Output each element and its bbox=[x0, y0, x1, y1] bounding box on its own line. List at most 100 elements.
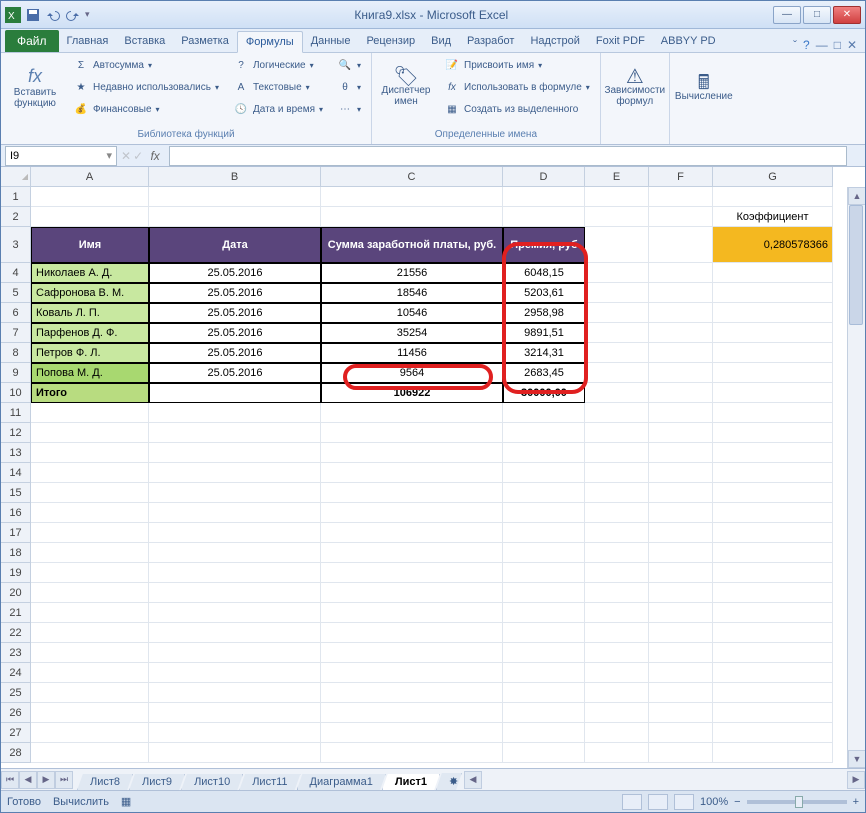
cell[interactable] bbox=[585, 503, 649, 523]
undo-icon[interactable] bbox=[45, 7, 61, 23]
cell[interactable]: Николаев А. Д. bbox=[31, 263, 149, 283]
cell[interactable] bbox=[321, 207, 503, 227]
cell[interactable] bbox=[585, 683, 649, 703]
cell[interactable]: 2683,45 bbox=[503, 363, 585, 383]
cell[interactable] bbox=[503, 503, 585, 523]
row-header-18[interactable]: 18 bbox=[1, 543, 31, 563]
select-all-corner[interactable]: ◢ bbox=[1, 167, 31, 187]
cell[interactable] bbox=[321, 603, 503, 623]
cell[interactable] bbox=[503, 623, 585, 643]
cell[interactable] bbox=[31, 403, 149, 423]
confirm-formula-icon[interactable]: ✓ bbox=[133, 149, 143, 163]
row-header-26[interactable]: 26 bbox=[1, 703, 31, 723]
cell[interactable] bbox=[585, 187, 649, 207]
cell[interactable] bbox=[149, 207, 321, 227]
sheet-last-icon[interactable]: ⏭ bbox=[55, 771, 73, 789]
cell[interactable]: 25.05.2016 bbox=[149, 323, 321, 343]
cell[interactable] bbox=[503, 563, 585, 583]
cell[interactable] bbox=[31, 643, 149, 663]
cell[interactable] bbox=[649, 563, 713, 583]
cell[interactable]: Имя bbox=[31, 227, 149, 263]
cell[interactable]: 11456 bbox=[321, 343, 503, 363]
col-header-F[interactable]: F bbox=[649, 167, 713, 187]
cell[interactable] bbox=[713, 503, 833, 523]
cell[interactable]: 25.05.2016 bbox=[149, 363, 321, 383]
row-header-28[interactable]: 28 bbox=[1, 743, 31, 763]
cell[interactable] bbox=[649, 303, 713, 323]
cell[interactable] bbox=[503, 443, 585, 463]
fx-button[interactable]: fx bbox=[145, 149, 165, 163]
cell[interactable] bbox=[713, 623, 833, 643]
name-box[interactable]: I9 ▾ bbox=[5, 146, 117, 166]
zoom-out-button[interactable]: − bbox=[734, 796, 740, 808]
cell[interactable] bbox=[149, 403, 321, 423]
cell[interactable] bbox=[31, 523, 149, 543]
doc-close-icon[interactable]: ✕ bbox=[847, 38, 857, 52]
row-header-4[interactable]: 4 bbox=[1, 263, 31, 283]
cell[interactable] bbox=[649, 207, 713, 227]
use-in-formula-button[interactable]: fxИспользовать в формуле▾ bbox=[440, 77, 594, 97]
cell[interactable] bbox=[149, 523, 321, 543]
cell[interactable]: Итого bbox=[31, 383, 149, 403]
cell[interactable] bbox=[321, 443, 503, 463]
doc-restore-icon[interactable]: □ bbox=[834, 38, 841, 52]
sheet-tab-Лист10[interactable]: Лист10 bbox=[181, 774, 243, 791]
cell[interactable] bbox=[321, 563, 503, 583]
cell[interactable] bbox=[713, 263, 833, 283]
cell[interactable]: 25.05.2016 bbox=[149, 303, 321, 323]
cell[interactable] bbox=[649, 583, 713, 603]
cell[interactable] bbox=[149, 583, 321, 603]
cell[interactable] bbox=[149, 423, 321, 443]
cell[interactable] bbox=[31, 683, 149, 703]
cell[interactable] bbox=[503, 663, 585, 683]
col-header-E[interactable]: E bbox=[585, 167, 649, 187]
cell[interactable] bbox=[149, 187, 321, 207]
cell[interactable] bbox=[321, 463, 503, 483]
cell[interactable] bbox=[713, 303, 833, 323]
cell[interactable] bbox=[149, 603, 321, 623]
cell[interactable] bbox=[649, 383, 713, 403]
col-header-C[interactable]: C bbox=[321, 167, 503, 187]
cell[interactable] bbox=[713, 363, 833, 383]
cell[interactable] bbox=[649, 263, 713, 283]
cell[interactable] bbox=[503, 187, 585, 207]
recent-functions-button[interactable]: ★Недавно использовались▾ bbox=[69, 77, 223, 97]
insert-function-button[interactable]: fx Вставить функцию bbox=[7, 55, 63, 121]
cell[interactable] bbox=[149, 543, 321, 563]
cell[interactable] bbox=[585, 703, 649, 723]
cell[interactable] bbox=[649, 703, 713, 723]
maximize-button[interactable]: □ bbox=[803, 6, 831, 24]
cell[interactable] bbox=[649, 343, 713, 363]
col-header-D[interactable]: D bbox=[503, 167, 585, 187]
cell[interactable] bbox=[503, 483, 585, 503]
zoom-slider-knob[interactable] bbox=[795, 796, 803, 808]
row-header-7[interactable]: 7 bbox=[1, 323, 31, 343]
cell[interactable] bbox=[503, 523, 585, 543]
cell[interactable]: 30000,00 bbox=[503, 383, 585, 403]
save-icon[interactable] bbox=[25, 7, 41, 23]
zoom-slider[interactable] bbox=[747, 800, 847, 804]
autosum-button[interactable]: ΣАвтосумма▾ bbox=[69, 55, 223, 75]
cell[interactable]: 35254 bbox=[321, 323, 503, 343]
cell[interactable] bbox=[585, 283, 649, 303]
cell[interactable] bbox=[649, 543, 713, 563]
col-header-A[interactable]: A bbox=[31, 167, 149, 187]
cell[interactable] bbox=[585, 563, 649, 583]
cell[interactable] bbox=[31, 583, 149, 603]
text-functions-button[interactable]: AТекстовые▾ bbox=[229, 77, 327, 97]
file-tab[interactable]: Файл bbox=[5, 30, 59, 52]
cell[interactable] bbox=[321, 543, 503, 563]
cell[interactable]: Сафронова В. М. bbox=[31, 283, 149, 303]
ribbon-tab-разработ[interactable]: Разработ bbox=[459, 30, 522, 52]
cell[interactable] bbox=[503, 583, 585, 603]
cell[interactable] bbox=[585, 583, 649, 603]
cell[interactable]: 21556 bbox=[321, 263, 503, 283]
cell[interactable]: 25.05.2016 bbox=[149, 343, 321, 363]
cell[interactable] bbox=[649, 283, 713, 303]
cell[interactable]: Коваль Л. П. bbox=[31, 303, 149, 323]
cell[interactable] bbox=[585, 643, 649, 663]
cell[interactable] bbox=[503, 723, 585, 743]
calculation-button[interactable]: 🖩 Вычисление bbox=[676, 55, 732, 121]
ribbon-tab-главная[interactable]: Главная bbox=[59, 30, 117, 52]
cell[interactable] bbox=[503, 423, 585, 443]
